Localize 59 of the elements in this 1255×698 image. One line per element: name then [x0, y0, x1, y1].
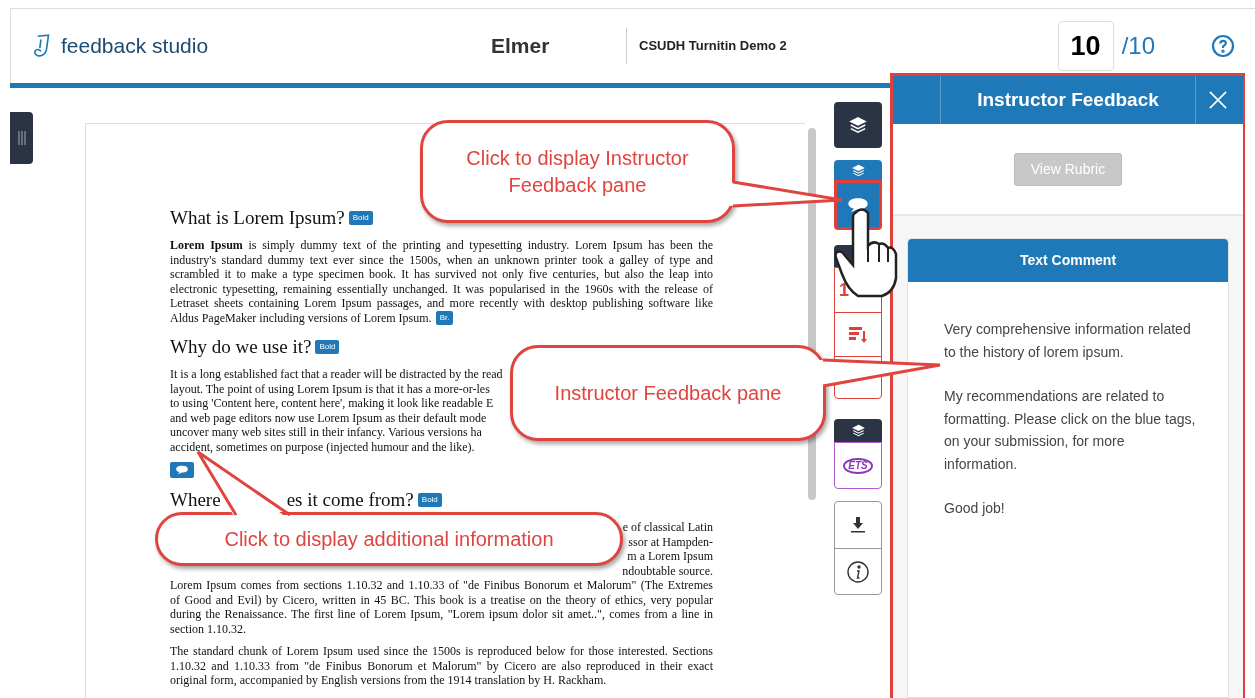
- info-icon: [847, 560, 869, 583]
- tag[interactable]: Bold: [315, 340, 340, 354]
- side-handle[interactable]: [10, 112, 33, 164]
- ets-logo: ETS: [843, 457, 873, 474]
- text-line: uncover many web sites still in their infancy. Various versions ha: [170, 425, 482, 440]
- student-name: Elmer: [491, 33, 551, 60]
- text-line: e of classical Latin: [622, 520, 713, 535]
- comment-text: My recommendations are related to formatting. Please click on the blue tags, on your submission, for more information.: [944, 387, 1197, 474]
- class-name: CSUDH Turnitin Demo 2: [626, 28, 787, 64]
- help-icon[interactable]: [1211, 34, 1235, 58]
- callout: Click to display Instructor Feedback pane: [420, 120, 735, 223]
- text-line: ssor at Hampden-: [628, 534, 713, 549]
- text-line: Letraset sheets containing Lorem Ipsum passages, and more recently with desktop publishing software like: [170, 296, 713, 311]
- text-line: and web page editors now use Lorem Ipsum as their default mode: [170, 410, 487, 425]
- text-line: scrambled it to make a type specimen book. It has survived not only five centuries, but also the leap into: [170, 267, 713, 282]
- layers-icon: [851, 424, 865, 437]
- comment-card-title: Text Comment: [908, 239, 1228, 282]
- score-field[interactable]: 10: [1057, 20, 1114, 72]
- text-line: The standard chunk of Lorem Ipsum used since the 1500s is reproduced below for those interested. Sections: [170, 644, 713, 659]
- text-line: accident, sometimes on purpose (injected humour and the like).: [170, 439, 475, 454]
- ets-button[interactable]: ETS: [834, 442, 882, 489]
- layers-icon: [849, 116, 867, 134]
- text-line: m a Lorem Ipsum: [627, 549, 713, 564]
- tag[interactable]: Br.: [435, 310, 454, 325]
- text-line: Lorem Ipsum is simply dummy text of the printing and typesetting industry. Lorem Ipsum has been the: [170, 238, 713, 253]
- max-score: /10: [1121, 31, 1155, 61]
- text-line: Lorem Ipsum comes from sections 1.10.32 and 1.10.33 of "de Finibus Bonorum et Malorum" (The Extremes: [170, 578, 713, 593]
- section-heading: Where: [170, 488, 221, 512]
- text-line: industry's standard dummy text ever since the 1500s, when an unknown printer took a galley of type and: [170, 252, 713, 267]
- section-heading: es it come from?: [286, 488, 414, 512]
- tag[interactable]: Bold: [348, 211, 373, 225]
- speech-bubble-icon: [847, 196, 869, 214]
- section-heading: What is Lorem Ipsum?: [170, 206, 345, 230]
- layers-icon: [851, 163, 865, 177]
- text-line: section 1.10.32.: [170, 621, 246, 636]
- tag[interactable]: Bold: [417, 493, 442, 507]
- grip-icon: [17, 131, 26, 145]
- section-heading: Why do we use it?: [170, 335, 312, 359]
- comment-marker[interactable]: [170, 462, 194, 478]
- text-line: of Good and Evil) by Cicero, written in 45 BC. This book is a treatise on the theory of ethics, very popular: [170, 592, 713, 607]
- close-icon[interactable]: [1209, 91, 1227, 109]
- download-icon: [850, 516, 866, 534]
- text-line: to using 'Content here, content here', making it look like readable E: [170, 396, 494, 411]
- comment-text: Good job!: [944, 499, 1006, 518]
- speech-bubble-icon: [175, 465, 189, 475]
- text-line: 1.10.32 and 1.10.33 from "de Finibus Bonorum et Malorum" by Cicero are also reproduced in their exact: [170, 658, 713, 673]
- text-line: during the Renaissance. The first line of Lorem Ipsum, "Lorem ipsum dolor sit amet..", comes from a line in: [170, 607, 713, 622]
- comment-text: Very comprehensive information related to the history of lorem ipsum.: [944, 320, 1192, 362]
- panel-title: Instructor Feedback: [940, 76, 1196, 124]
- text-line: layout. The point of using Lorem Ipsum is that it has a more-or-les: [170, 381, 490, 396]
- text-line: It is a long established fact that a reader will be distracted by the read: [170, 367, 503, 382]
- layers-button[interactable]: [834, 102, 882, 148]
- text-line: ndoubtable source.: [622, 563, 713, 578]
- logo-text: feedback studio: [61, 33, 209, 60]
- sort-icon: [848, 325, 868, 344]
- text-line: original form, accompanied by English versions from the 1914 translation by H. Rackham.: [170, 673, 607, 688]
- callout: Instructor Feedback pane: [510, 345, 826, 441]
- text-line: Aldus PageMaker including versions of Lorem Ipsum.: [170, 310, 432, 325]
- text-line: electronic typesetting, remaining essentially unchanged. It was popularised in the 1960s with the release of: [170, 281, 713, 296]
